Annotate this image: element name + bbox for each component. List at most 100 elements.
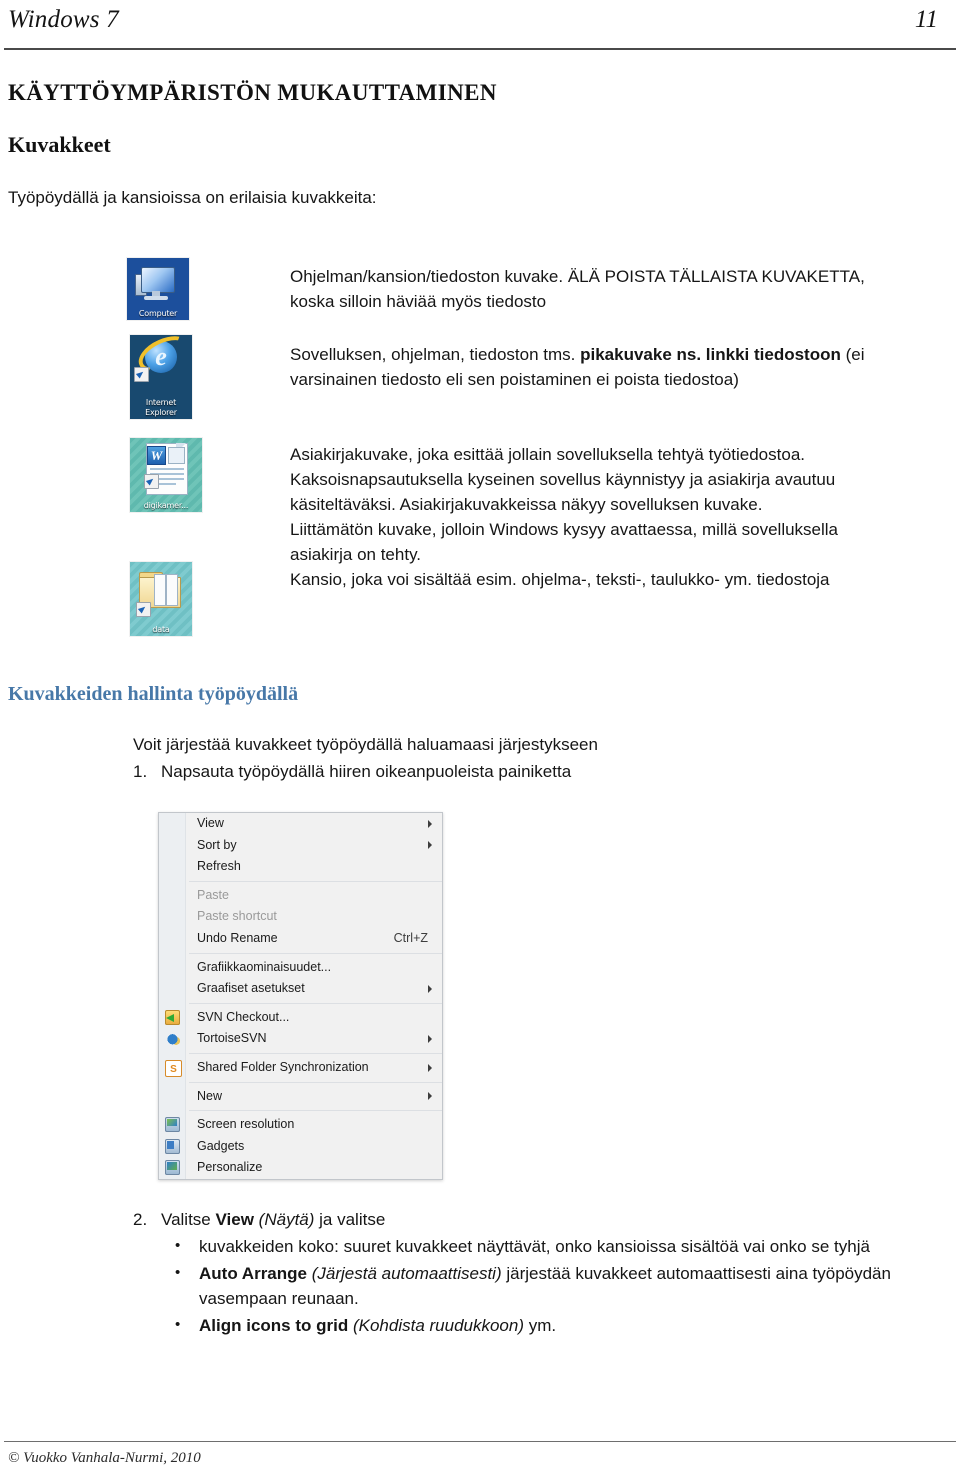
submenu-arrow-icon <box>428 1063 432 1072</box>
submenu-arrow-icon <box>428 984 432 993</box>
view-option-bullet: Align icons to grid (Kohdista ruudukkoon… <box>173 1312 933 1338</box>
document-icon-label: digikamer... <box>143 501 189 510</box>
row-3-line-1: Asiakirjakuvake, joka esittää jollain so… <box>290 445 805 464</box>
shared-folder-sync-icon <box>165 1059 182 1081</box>
svn-checkout-icon <box>165 1009 180 1025</box>
view-option-bullets: kuvakkeiden koko: suuret kuvakkeet näytt… <box>133 1233 933 1338</box>
computer-foot-shape <box>144 296 168 300</box>
submenu-arrow-icon <box>428 1035 432 1044</box>
context-menu-item-label: View <box>197 816 224 830</box>
management-step-2-block: 2. Valitse View (Näytä) ja valitse kuvakk… <box>133 1207 933 1338</box>
context-menu-item-graafiset-asetukset[interactable]: Graafiset asetukset <box>159 978 442 1000</box>
management-step-1: 1. Napsauta työpöydällä hiiren oikeanpuol… <box>133 762 571 782</box>
screen-resolution-icon <box>165 1117 180 1133</box>
step-2-italic: (Näytä) <box>258 1210 315 1229</box>
submenu-arrow-icon <box>428 841 432 850</box>
context-menu-separator <box>189 1081 442 1083</box>
row-4-line-1: Kansio, joka voi sisältää esim. ohjelma-… <box>290 570 830 589</box>
shortcut-arrow-overlay-icon <box>144 474 159 489</box>
header-title: Windows 7 <box>8 6 119 33</box>
context-menu-separator <box>189 1002 442 1004</box>
context-menu-item-label: Sort by <box>197 837 237 852</box>
view-option-bullet: kuvakkeiden koko: suuret kuvakkeet näytt… <box>173 1233 933 1259</box>
bullet-italic-translation: (Järjestä automaattisesti) <box>311 1264 502 1283</box>
bullet-italic-translation: (Kohdista ruudukkoon) <box>352 1316 524 1335</box>
context-menu-item-grafiikkaominaisuudet[interactable]: Grafiikkaominaisuudet... <box>159 957 442 979</box>
row-3-description: Asiakirjakuvake, joka esittää jollain so… <box>290 442 940 592</box>
computer-desktop-icon: Computer <box>127 258 189 320</box>
context-menu-item-shortcut: Ctrl+Z <box>393 930 428 945</box>
bullet-text: ym. <box>524 1316 557 1335</box>
step-1-text: Napsauta työpöydällä hiiren oikeanpuolei… <box>161 762 572 781</box>
subtitle-kuvakkeet: Kuvakkeet <box>8 132 111 157</box>
header-divider <box>4 48 956 50</box>
context-menu-separator <box>189 1110 442 1112</box>
step-2-before: Valitse <box>161 1210 216 1229</box>
step-1-number: 1. <box>133 762 148 781</box>
step-2-after: ja valitse <box>314 1210 386 1229</box>
management-step-2: 2. Valitse View (Näytä) ja valitse <box>133 1207 933 1232</box>
context-menu-item-personalize[interactable]: Personalize <box>159 1157 442 1179</box>
folder-shortcut-icon: data <box>130 562 192 636</box>
row-3-line-2: Kaksoisnapsautuksella kyseinen sovellus … <box>290 470 836 489</box>
page-number: 11 <box>914 6 938 33</box>
context-menu-item-label: Refresh <box>197 859 241 874</box>
gadgets-icon <box>165 1138 180 1154</box>
row-3-line-3: käsiteltäväksi. Asiakirjakuvakkeissa näk… <box>290 495 763 514</box>
footer-copyright: © Vuokko Vanhala-Nurmi, 2010 <box>8 1450 201 1466</box>
word-app-badge-icon: W <box>147 446 166 465</box>
bullet-text: kuvakkeiden koko: suuret kuvakkeet näytt… <box>199 1237 870 1256</box>
context-menu-item-svn-checkout[interactable]: SVN Checkout... <box>159 1007 442 1029</box>
context-menu-separator <box>189 952 442 954</box>
desktop-context-menu[interactable]: View Sort by Refresh Paste Paste shortcut Und… <box>158 812 443 1180</box>
section-heading-management: Kuvakkeiden hallinta työpöydällä <box>8 683 299 705</box>
context-menu-item-label: Shared Folder Synchronization <box>197 1059 369 1074</box>
internet-explorer-shortcut-icon: e Internet Explorer <box>130 335 192 419</box>
word-document-shortcut-icon: W digikamer... <box>130 438 202 512</box>
tortoise-svn-icon <box>165 1031 180 1047</box>
context-menu-item-label: New <box>197 1088 223 1103</box>
context-menu-item-label: TortoiseSVN <box>197 1031 267 1046</box>
context-menu-item-undo-rename[interactable]: Undo Rename Ctrl+Z <box>159 928 442 950</box>
context-menu-item-label: Paste <box>197 887 229 902</box>
context-menu-item-paste-shortcut: Paste shortcut <box>159 906 442 928</box>
row-2-text-bold: pikakuvake ns. linkki tiedostoon <box>580 345 841 364</box>
page-header: Windows 7 11 <box>0 4 960 50</box>
ie-icon-label-line-2: Explorer <box>145 408 177 417</box>
context-menu-items: View Sort by Refresh Paste Paste shortcut Und… <box>159 813 442 1179</box>
context-menu-item-label: Paste shortcut <box>197 909 277 924</box>
context-menu-item-sort-by[interactable]: Sort by <box>159 835 442 857</box>
context-menu-item-label: Gadgets <box>197 1138 245 1153</box>
context-menu-item-label: Grafiikkaominaisuudet... <box>197 959 332 974</box>
context-menu-item-label: Screen resolution <box>197 1117 295 1132</box>
submenu-arrow-icon <box>428 1092 432 1101</box>
shortcut-arrow-overlay-icon <box>136 602 151 617</box>
row-2-text-before: Sovelluksen, ohjelman, tiedoston tms. <box>290 345 581 364</box>
context-menu-separator <box>189 880 442 882</box>
context-menu-item-new[interactable]: New <box>159 1086 442 1108</box>
folder-sheet-shape <box>154 574 166 606</box>
context-menu-item-paste: Paste <box>159 885 442 907</box>
ie-icon-label-line-1: Internet <box>145 398 177 407</box>
context-menu-item-label: SVN Checkout... <box>197 1009 290 1024</box>
row-2-description: Sovelluksen, ohjelman, tiedoston tms. pi… <box>290 342 940 392</box>
row-3-line-4: Liittämätön kuvake, jolloin Windows kysy… <box>290 520 839 539</box>
lead-paragraph: Työpöydällä ja kansioissa on erilaisia k… <box>8 188 377 207</box>
row-1-description: Ohjelman/kansion/tiedoston kuvake. ÄLÄ P… <box>290 264 940 314</box>
context-menu-item-view[interactable]: View <box>159 813 442 835</box>
ie-icon-label: Internet Explorer <box>130 398 192 418</box>
computer-monitor-shape <box>141 267 175 293</box>
context-menu-item-gadgets[interactable]: Gadgets <box>159 1136 442 1158</box>
context-menu-item-refresh[interactable]: Refresh <box>159 856 442 878</box>
document-preview-shape <box>168 447 185 464</box>
page-title: KÄYTTÖYMPÄRISTÖN MUKAUTTAMINEN <box>8 80 497 105</box>
context-menu-item-shared-folder-synchronization[interactable]: Shared Folder Synchronization <box>159 1057 442 1081</box>
context-menu-item-tortoisesvn[interactable]: TortoiseSVN <box>159 1028 442 1050</box>
bullet-bold-term: Align icons to grid <box>199 1316 353 1335</box>
context-menu-item-screen-resolution[interactable]: Screen resolution <box>159 1114 442 1136</box>
context-menu-item-label: Graafiset asetukset <box>197 981 305 996</box>
management-intro-text: Voit järjestää kuvakkeet työpöydällä hal… <box>133 735 598 754</box>
computer-icon-label: Computer <box>138 309 178 318</box>
view-option-bullet: Auto Arrange (Järjestä automaattisesti) … <box>173 1260 933 1311</box>
shortcut-arrow-overlay-icon <box>134 367 149 382</box>
